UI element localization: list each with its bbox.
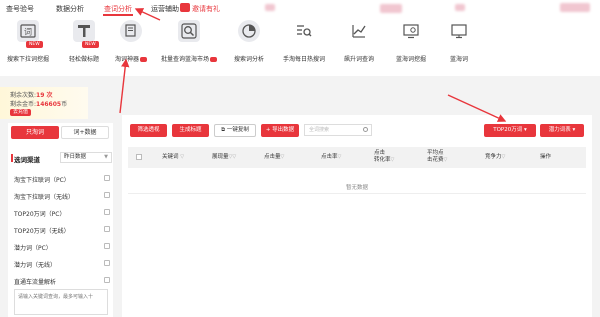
annotation-arrows [119, 8, 507, 122]
arrow-to-keyword-analysis [134, 8, 161, 21]
arrow-to-keyword-miner [119, 58, 130, 114]
arrow-to-top20 [447, 94, 507, 122]
